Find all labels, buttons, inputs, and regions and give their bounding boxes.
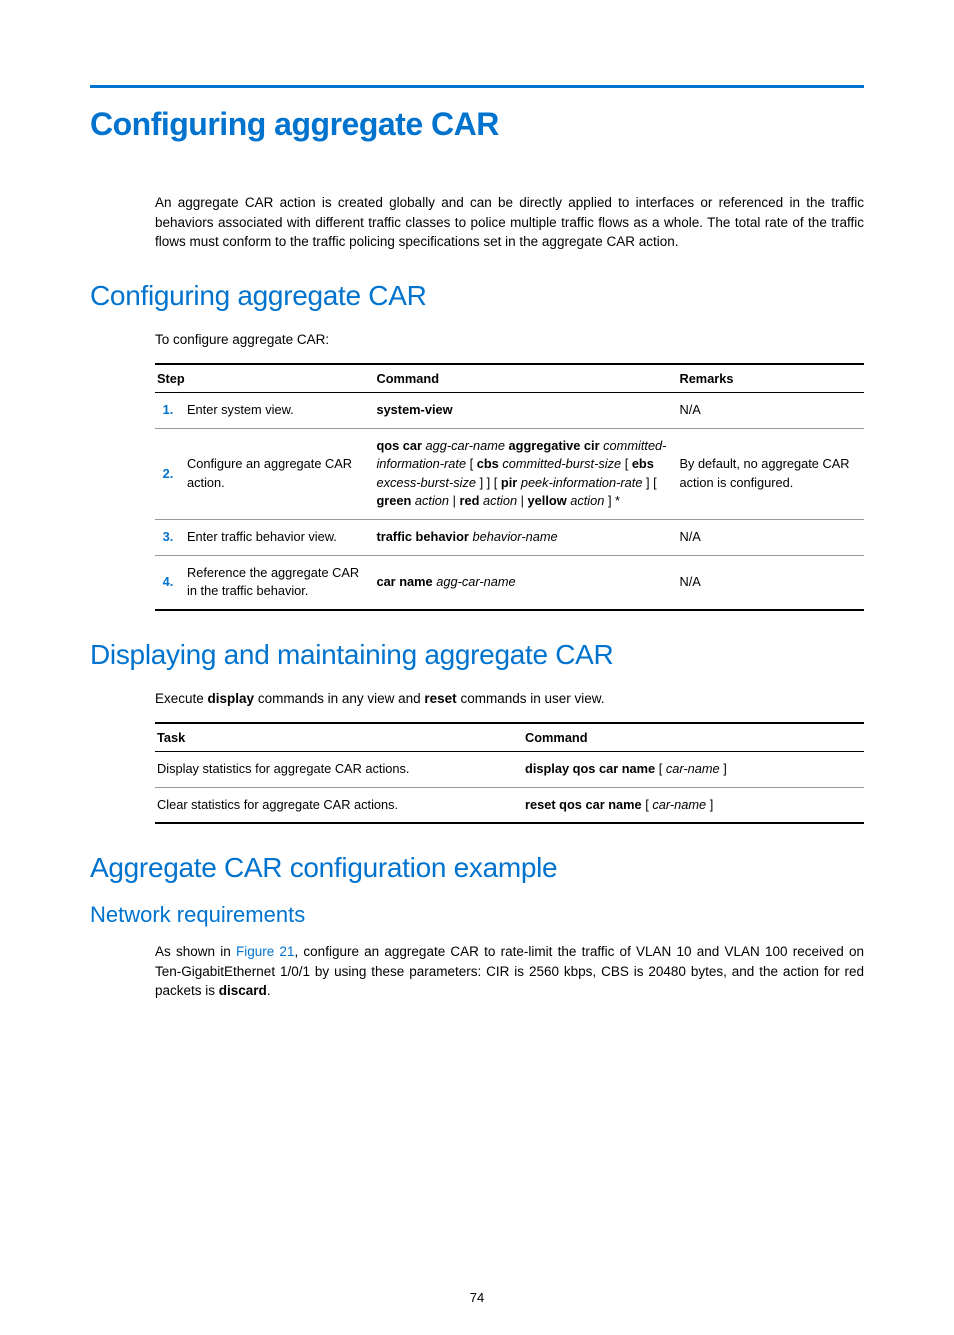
th-command: Command (523, 723, 864, 752)
section-subheading-network: Network requirements (90, 902, 864, 928)
section-heading-example: Aggregate CAR configuration example (90, 852, 864, 884)
th-step: Step (155, 364, 374, 393)
section-heading-display: Displaying and maintaining aggregate CAR (90, 639, 864, 671)
step-command: traffic behavior behavior-name (374, 519, 677, 555)
th-task: Task (155, 723, 523, 752)
page-number: 74 (0, 1290, 954, 1305)
page-title: Configuring aggregate CAR (90, 106, 864, 143)
step-remarks: N/A (677, 519, 864, 555)
configure-table: Step Command Remarks 1. Enter system vie… (155, 363, 864, 610)
step-number: 3. (155, 519, 185, 555)
step-remarks: By default, no aggregate CAR action is c… (677, 428, 864, 519)
step-command: car name agg-car-name (374, 555, 677, 610)
step-desc: Enter system view. (185, 393, 374, 429)
th-remarks: Remarks (677, 364, 864, 393)
table-row: Display statistics for aggregate CAR act… (155, 752, 864, 788)
task-command: display qos car name [ car-name ] (523, 752, 864, 788)
step-number: 2. (155, 428, 185, 519)
display-lead: Execute display commands in any view and… (155, 689, 864, 709)
example-paragraph: As shown in Figure 21, configure an aggr… (155, 942, 864, 1001)
task-command: reset qos car name [ car-name ] (523, 787, 864, 823)
step-remarks: N/A (677, 393, 864, 429)
intro-paragraph: An aggregate CAR action is created globa… (155, 193, 864, 252)
step-desc: Reference the aggregate CAR in the traff… (185, 555, 374, 610)
step-command: system-view (374, 393, 677, 429)
step-remarks: N/A (677, 555, 864, 610)
table-row: 1. Enter system view. system-view N/A (155, 393, 864, 429)
step-desc: Configure an aggregate CAR action. (185, 428, 374, 519)
table-row: 2. Configure an aggregate CAR action. qo… (155, 428, 864, 519)
step-command: qos car agg-car-name aggregative cir com… (374, 428, 677, 519)
task-desc: Display statistics for aggregate CAR act… (155, 752, 523, 788)
table-row: Clear statistics for aggregate CAR actio… (155, 787, 864, 823)
task-desc: Clear statistics for aggregate CAR actio… (155, 787, 523, 823)
display-table: Task Command Display statistics for aggr… (155, 722, 864, 824)
table-row: 3. Enter traffic behavior view. traffic … (155, 519, 864, 555)
configure-lead: To configure aggregate CAR: (155, 330, 864, 350)
step-desc: Enter traffic behavior view. (185, 519, 374, 555)
section-heading-configure: Configuring aggregate CAR (90, 280, 864, 312)
top-rule (90, 85, 864, 88)
table-row: 4. Reference the aggregate CAR in the tr… (155, 555, 864, 610)
step-number: 1. (155, 393, 185, 429)
step-number: 4. (155, 555, 185, 610)
th-command: Command (374, 364, 677, 393)
